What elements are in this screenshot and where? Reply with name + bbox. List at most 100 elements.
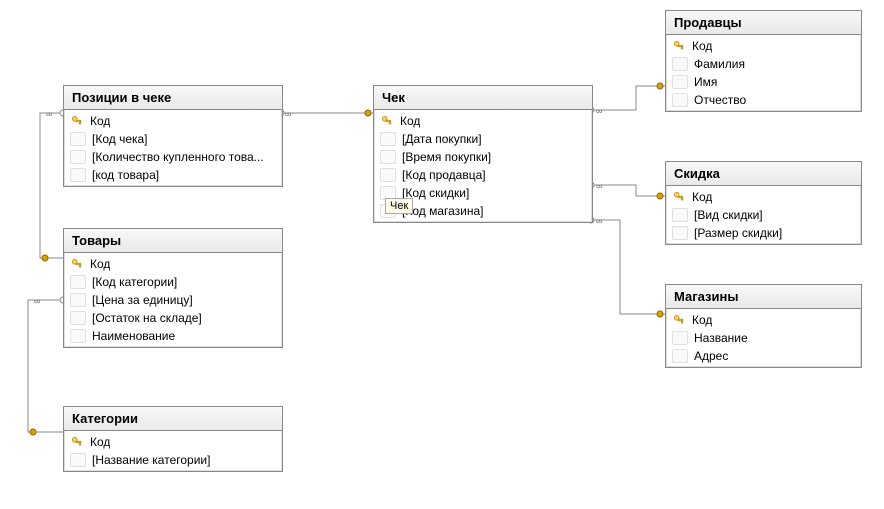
field-row[interactable]: Код — [666, 37, 861, 55]
table-title[interactable]: Скидка — [666, 162, 861, 186]
table-title[interactable]: Категории — [64, 407, 282, 431]
field-icon — [672, 226, 688, 240]
field-row[interactable]: [Дата покупки] — [374, 130, 592, 148]
field-label: [Название категории] — [92, 453, 210, 467]
field-row[interactable]: Фамилия — [666, 55, 861, 73]
field-row[interactable]: Название — [666, 329, 861, 347]
field-row[interactable]: Код — [64, 255, 282, 273]
field-row[interactable]: [Цена за единицу] — [64, 291, 282, 309]
field-label: [Остаток на складе] — [92, 311, 202, 325]
field-row[interactable]: Адрес — [666, 347, 861, 365]
key-icon — [70, 114, 84, 128]
field-label: Код — [692, 39, 712, 53]
field-label: Название — [694, 331, 748, 345]
field-row[interactable]: [Код продавца] — [374, 166, 592, 184]
field-row[interactable]: Код — [666, 311, 861, 329]
field-icon — [672, 331, 688, 345]
svg-text:∞: ∞ — [34, 296, 40, 306]
field-icon — [672, 93, 688, 107]
svg-text:∞: ∞ — [596, 181, 602, 191]
field-label: [Код чека] — [92, 132, 148, 146]
table-title[interactable]: Магазины — [666, 285, 861, 309]
field-label: Код — [90, 114, 110, 128]
field-label: Код — [692, 313, 712, 327]
field-icon — [672, 75, 688, 89]
key-icon — [70, 435, 84, 449]
key-icon — [70, 257, 84, 271]
table-fields: Код [Код чека] [Количество купленного това… — [64, 110, 282, 186]
field-icon — [70, 293, 86, 307]
field-row[interactable]: [Код чека] — [64, 130, 282, 148]
field-icon — [672, 208, 688, 222]
rel-goods-categories: ∞ — [28, 296, 66, 435]
table-fields: Код [Код категории] [Цена за единицу] [Оста… — [64, 253, 282, 347]
field-label: Код — [692, 190, 712, 204]
table-discount[interactable]: Скидка Код [Вид скидки] [Размер скидки] — [665, 161, 862, 245]
field-icon — [380, 150, 396, 164]
field-label: [Дата покупки] — [402, 132, 482, 146]
field-row[interactable]: [Размер скидки] — [666, 224, 861, 242]
field-row[interactable]: Код — [666, 188, 861, 206]
field-row[interactable]: [Время покупки] — [374, 148, 592, 166]
field-row[interactable]: Имя — [666, 73, 861, 91]
field-label: Наименование — [92, 329, 175, 343]
field-row[interactable]: [Количество купленного това... — [64, 148, 282, 166]
field-label: Код — [400, 114, 420, 128]
field-icon — [70, 150, 86, 164]
field-icon — [70, 311, 86, 325]
field-label: [Время покупки] — [402, 150, 491, 164]
field-row[interactable]: Отчество — [666, 91, 861, 109]
table-title[interactable]: Чек — [374, 86, 592, 110]
svg-text:∞: ∞ — [596, 106, 602, 116]
field-icon — [70, 132, 86, 146]
field-label: Фамилия — [694, 57, 745, 71]
table-fields: Код Название Адрес — [666, 309, 861, 367]
key-icon — [380, 114, 394, 128]
field-label: Код — [90, 257, 110, 271]
tooltip: Чек — [385, 198, 413, 214]
key-icon — [672, 313, 686, 327]
table-fields: Код [Название категории] — [64, 431, 282, 471]
field-label: Отчество — [694, 93, 746, 107]
field-icon — [380, 132, 396, 146]
table-sellers[interactable]: Продавцы Код Фамилия Имя Отчество — [665, 10, 862, 112]
table-categories[interactable]: Категории Код [Название категории] — [63, 406, 283, 472]
field-icon — [672, 349, 688, 363]
table-title[interactable]: Товары — [64, 229, 282, 253]
table-fields: Код [Вид скидки] [Размер скидки] — [666, 186, 861, 244]
rel-cheque-shops: ∞ — [588, 216, 665, 317]
rel-cheque-sellers: ∞ — [588, 83, 665, 116]
table-positions[interactable]: Позиции в чеке Код [Код чека] [Количество … — [63, 85, 283, 187]
rel-cheque-discount: ∞ — [588, 181, 665, 199]
field-icon — [70, 168, 86, 182]
field-label: [Код категории] — [92, 275, 177, 289]
svg-text:∞: ∞ — [46, 109, 52, 119]
field-row[interactable]: [Вид скидки] — [666, 206, 861, 224]
field-label: [Код магазина] — [402, 204, 484, 218]
key-icon — [672, 190, 686, 204]
field-icon — [70, 453, 86, 467]
table-goods[interactable]: Товары Код [Код категории] [Цена за единиц… — [63, 228, 283, 348]
table-title[interactable]: Продавцы — [666, 11, 861, 35]
field-row[interactable]: [Остаток на складе] — [64, 309, 282, 327]
field-row[interactable]: Код — [64, 112, 282, 130]
field-row[interactable]: Наименование — [64, 327, 282, 345]
field-label: Адрес — [694, 349, 728, 363]
field-icon — [672, 57, 688, 71]
field-label: [Вид скидки] — [694, 208, 763, 222]
field-label: [Размер скидки] — [694, 226, 782, 240]
table-fields: Код Фамилия Имя Отчество — [666, 35, 861, 111]
key-icon — [672, 39, 686, 53]
field-row[interactable]: [Код категории] — [64, 273, 282, 291]
field-row[interactable]: [код товара] — [64, 166, 282, 184]
field-label: [Количество купленного това... — [92, 150, 264, 164]
field-row[interactable]: Код — [64, 433, 282, 451]
field-label: Имя — [694, 75, 717, 89]
field-row[interactable]: [Название категории] — [64, 451, 282, 469]
table-shops[interactable]: Магазины Код Название Адрес — [665, 284, 862, 368]
field-row[interactable]: Код — [374, 112, 592, 130]
field-icon — [380, 168, 396, 182]
svg-text:∞: ∞ — [596, 216, 602, 226]
rel-positions-cheque: ∞ — [278, 109, 373, 119]
table-title[interactable]: Позиции в чеке — [64, 86, 282, 110]
